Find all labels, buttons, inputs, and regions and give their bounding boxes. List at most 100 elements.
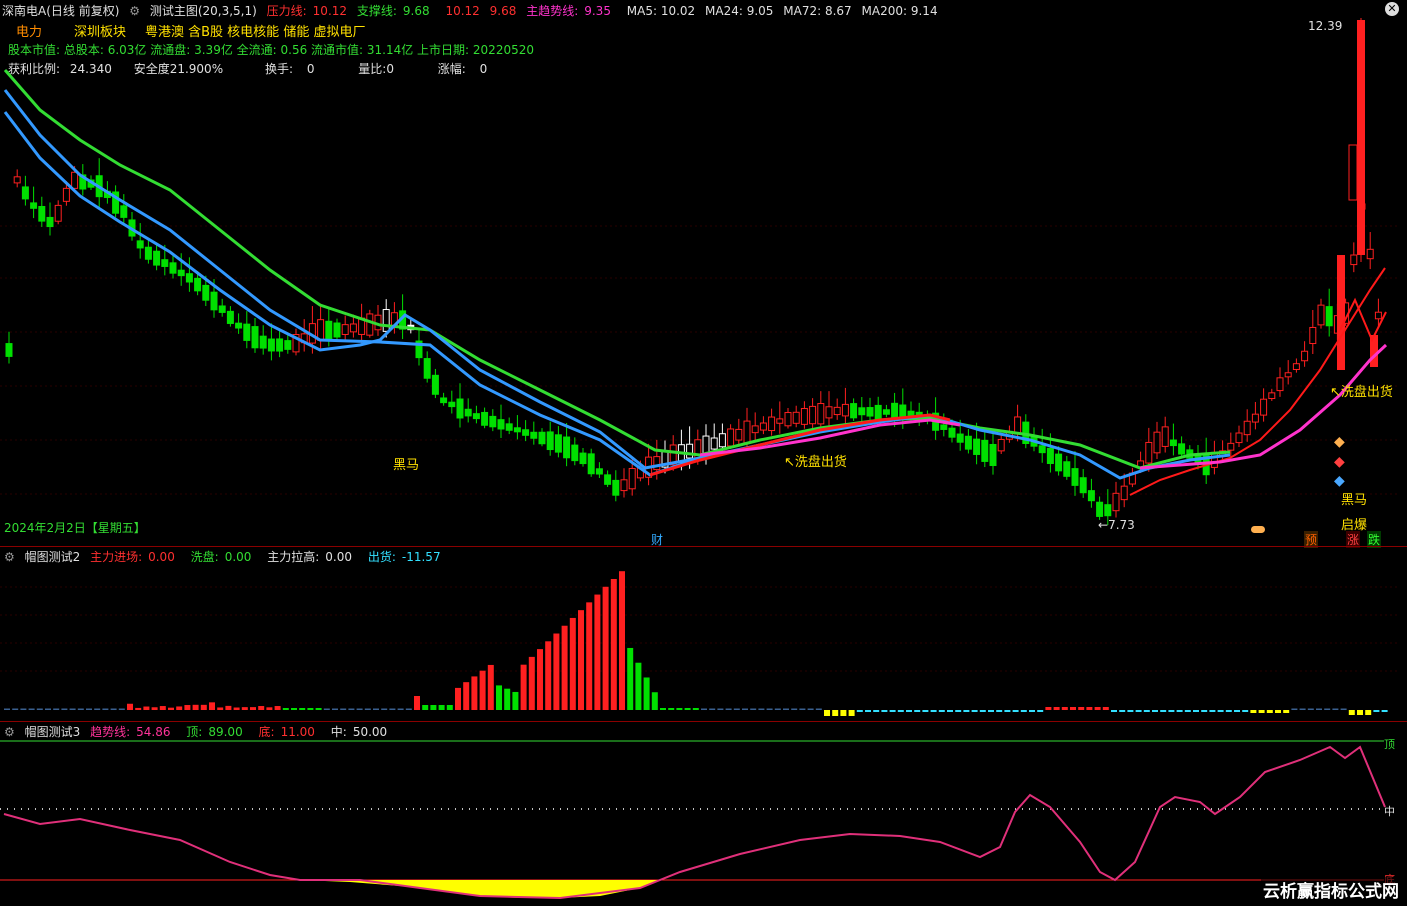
histogram-bar [561, 625, 568, 710]
candle-body [169, 262, 177, 274]
candle-body [1104, 504, 1112, 517]
trend-line [3, 745, 1386, 900]
candle-body [144, 246, 152, 260]
candle-body [185, 273, 193, 283]
histogram-bar [1184, 710, 1191, 712]
candle-body [464, 408, 472, 417]
histogram-bar [4, 708, 10, 710]
histogram-bar [627, 647, 634, 710]
histogram-bar [1037, 710, 1044, 712]
histogram-bar [479, 670, 486, 710]
candle-body [1055, 453, 1063, 472]
candle-body [325, 320, 333, 340]
histogram-bar [774, 708, 781, 710]
candle-body [956, 433, 964, 443]
candle-body [54, 204, 62, 222]
histogram-bar [791, 708, 798, 710]
histogram-bar [930, 710, 937, 712]
histogram-bar [856, 710, 863, 712]
candle-body [497, 419, 505, 430]
histogram-bar [750, 708, 757, 710]
candle-body [243, 323, 251, 341]
histogram-bar [307, 708, 314, 710]
candle-body [784, 412, 792, 427]
histogram-bar [684, 708, 691, 710]
candle-body [349, 323, 357, 333]
histogram-bar [602, 586, 609, 710]
candle-body [1145, 441, 1153, 464]
histogram-bar [799, 708, 806, 710]
candle-body [456, 398, 464, 419]
histogram-bar [373, 708, 379, 710]
coin-icon [1251, 526, 1265, 533]
candle-body [571, 444, 579, 462]
candle-body [981, 439, 989, 462]
histogram-bar [217, 707, 224, 710]
label-xipan-2: ↖洗盘出货 [1330, 385, 1393, 400]
histogram-bar [955, 710, 962, 712]
candle-body [759, 422, 767, 431]
histogram-bar [430, 705, 437, 710]
histogram-bar [381, 708, 388, 710]
candle-body [194, 277, 202, 292]
histogram-bar [266, 707, 273, 710]
candle-body [1161, 426, 1169, 447]
histogram-bar [963, 710, 970, 712]
histogram-bar [807, 708, 814, 710]
low-mark: ←7.73 [1098, 518, 1135, 532]
candle-body [481, 411, 489, 426]
histogram-bar [159, 706, 166, 710]
histogram-bar [840, 710, 847, 716]
volume-histogram[interactable] [0, 547, 1407, 721]
sub2-mark-mid: 中 [1384, 805, 1395, 818]
candle-body [718, 433, 726, 448]
candle-body [833, 406, 841, 416]
histogram-bar [1061, 707, 1068, 710]
histogram-bar [709, 708, 716, 710]
histogram-bar [668, 708, 675, 710]
candle-body [1112, 492, 1120, 512]
candle-body [612, 479, 620, 496]
candle-body [727, 428, 735, 447]
trend-oscillator[interactable] [0, 722, 1407, 906]
histogram-bar [209, 702, 215, 710]
candle-body [850, 403, 858, 419]
candlestick-chart[interactable] [0, 0, 1407, 546]
candle-body [251, 326, 259, 349]
histogram-bar [20, 708, 27, 710]
candle-body [1284, 372, 1292, 378]
candle-body [1178, 443, 1186, 455]
candle-body [1374, 311, 1382, 320]
histogram-bar [1373, 710, 1380, 712]
diamond-icon-blue: ◆ [1334, 473, 1345, 489]
histogram-bar [135, 707, 142, 710]
histogram-bar [742, 708, 748, 710]
histogram-bar [1250, 710, 1257, 713]
histogram-bar [692, 708, 699, 710]
candle-body [333, 322, 341, 338]
candle-body [1309, 326, 1317, 345]
candle-body [1243, 420, 1251, 436]
candle-body [1079, 477, 1087, 494]
candle-body [735, 428, 743, 441]
candle-body [825, 406, 833, 419]
histogram-bar [61, 708, 68, 710]
histogram-bar [86, 708, 92, 710]
candle-body [218, 305, 226, 313]
histogram-bar [225, 705, 232, 710]
spike-candle-3 [1337, 255, 1345, 370]
candle-body [136, 240, 144, 249]
candle-body [153, 250, 161, 266]
histogram-bar [323, 708, 330, 710]
histogram-bar [947, 710, 953, 712]
histogram-bar [1020, 710, 1027, 712]
histogram-bar [1365, 710, 1372, 715]
candle-body [431, 374, 439, 395]
candle-body [161, 259, 169, 267]
candle-body [505, 423, 513, 431]
histogram-bar [192, 704, 199, 710]
histogram-bar [1176, 710, 1183, 712]
candle-body [710, 437, 718, 450]
candle-body [202, 284, 210, 301]
candle-body [973, 438, 981, 455]
